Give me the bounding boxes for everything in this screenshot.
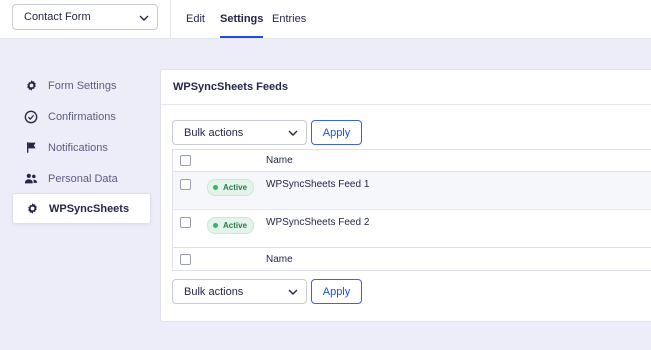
sidebar-item-form-settings[interactable]: Form Settings	[12, 70, 151, 101]
flag-icon	[23, 140, 39, 156]
apply-button-bottom[interactable]: Apply	[311, 279, 362, 304]
chevron-down-icon	[288, 289, 298, 295]
sidebar-item-confirmations[interactable]: Confirmations	[12, 101, 151, 132]
sidebar-item-label: Form Settings	[48, 79, 117, 92]
feed-name-link[interactable]: WPSyncSheets Feed 1	[266, 179, 369, 190]
status-dot-icon	[213, 185, 218, 190]
feeds-table: Name Active WPSyncSheets Feed 1 Active W…	[172, 149, 651, 271]
bulk-actions-label: Bulk actions	[184, 285, 244, 298]
gear-icon	[23, 78, 39, 94]
tab-settings-label: Settings	[220, 13, 264, 25]
chevron-down-icon	[288, 130, 298, 136]
column-footer-name: Name	[266, 254, 293, 265]
top-bar: Contact Form Edit Settings Entries	[0, 0, 651, 39]
sidebar-item-label: Personal Data	[48, 172, 118, 185]
feed-name-link[interactable]: WPSyncSheets Feed 2	[266, 217, 369, 228]
tab-settings[interactable]: Settings	[220, 0, 264, 38]
status-badge: Active	[207, 217, 255, 234]
sidebar-item-notifications[interactable]: Notifications	[12, 132, 151, 163]
users-icon	[23, 171, 39, 187]
bulk-actions-select[interactable]: Bulk actions	[172, 120, 307, 145]
table-row: Active WPSyncSheets Feed 2	[173, 210, 651, 248]
tab-entries-label: Entries	[272, 13, 307, 25]
table-footer: Name	[173, 248, 651, 270]
sidebar-item-label: Notifications	[48, 141, 108, 154]
status-badge: Active	[207, 179, 255, 196]
chevron-down-icon	[139, 15, 149, 21]
gear-icon	[24, 201, 40, 217]
divider	[170, 0, 171, 38]
tab-entries[interactable]: Entries	[272, 0, 306, 38]
status-badge-label: Active	[223, 221, 248, 230]
bulk-actions-select-bottom[interactable]: Bulk actions	[172, 279, 307, 304]
table-header: Name	[173, 150, 651, 172]
sidebar-item-label: WPSyncSheets	[49, 202, 130, 215]
status-badge-label: Active	[223, 183, 248, 192]
sidebar-item-personal-data[interactable]: Personal Data	[12, 163, 151, 194]
column-header-name: Name	[266, 155, 293, 166]
form-selector[interactable]: Contact Form	[12, 4, 158, 30]
table-row: Active WPSyncSheets Feed 1	[173, 172, 651, 210]
select-all-checkbox[interactable]	[180, 254, 191, 265]
bulk-actions-label: Bulk actions	[184, 126, 244, 139]
sidebar-item-wpsyncsheets[interactable]: WPSyncSheets	[12, 193, 151, 224]
apply-button[interactable]: Apply	[311, 120, 362, 145]
check-circle-icon	[23, 109, 39, 125]
select-all-checkbox[interactable]	[180, 155, 191, 166]
tab-edit-label: Edit	[186, 13, 205, 25]
panel-title: WPSyncSheets Feeds	[161, 70, 651, 105]
tab-edit[interactable]: Edit	[186, 0, 205, 38]
status-dot-icon	[213, 223, 218, 228]
row-checkbox[interactable]	[180, 179, 191, 190]
feeds-panel: WPSyncSheets Feeds Bulk actions Apply Na…	[160, 69, 651, 322]
sidebar-item-label: Confirmations	[48, 110, 116, 123]
form-selector-label: Contact Form	[24, 11, 91, 23]
row-checkbox[interactable]	[180, 217, 191, 228]
